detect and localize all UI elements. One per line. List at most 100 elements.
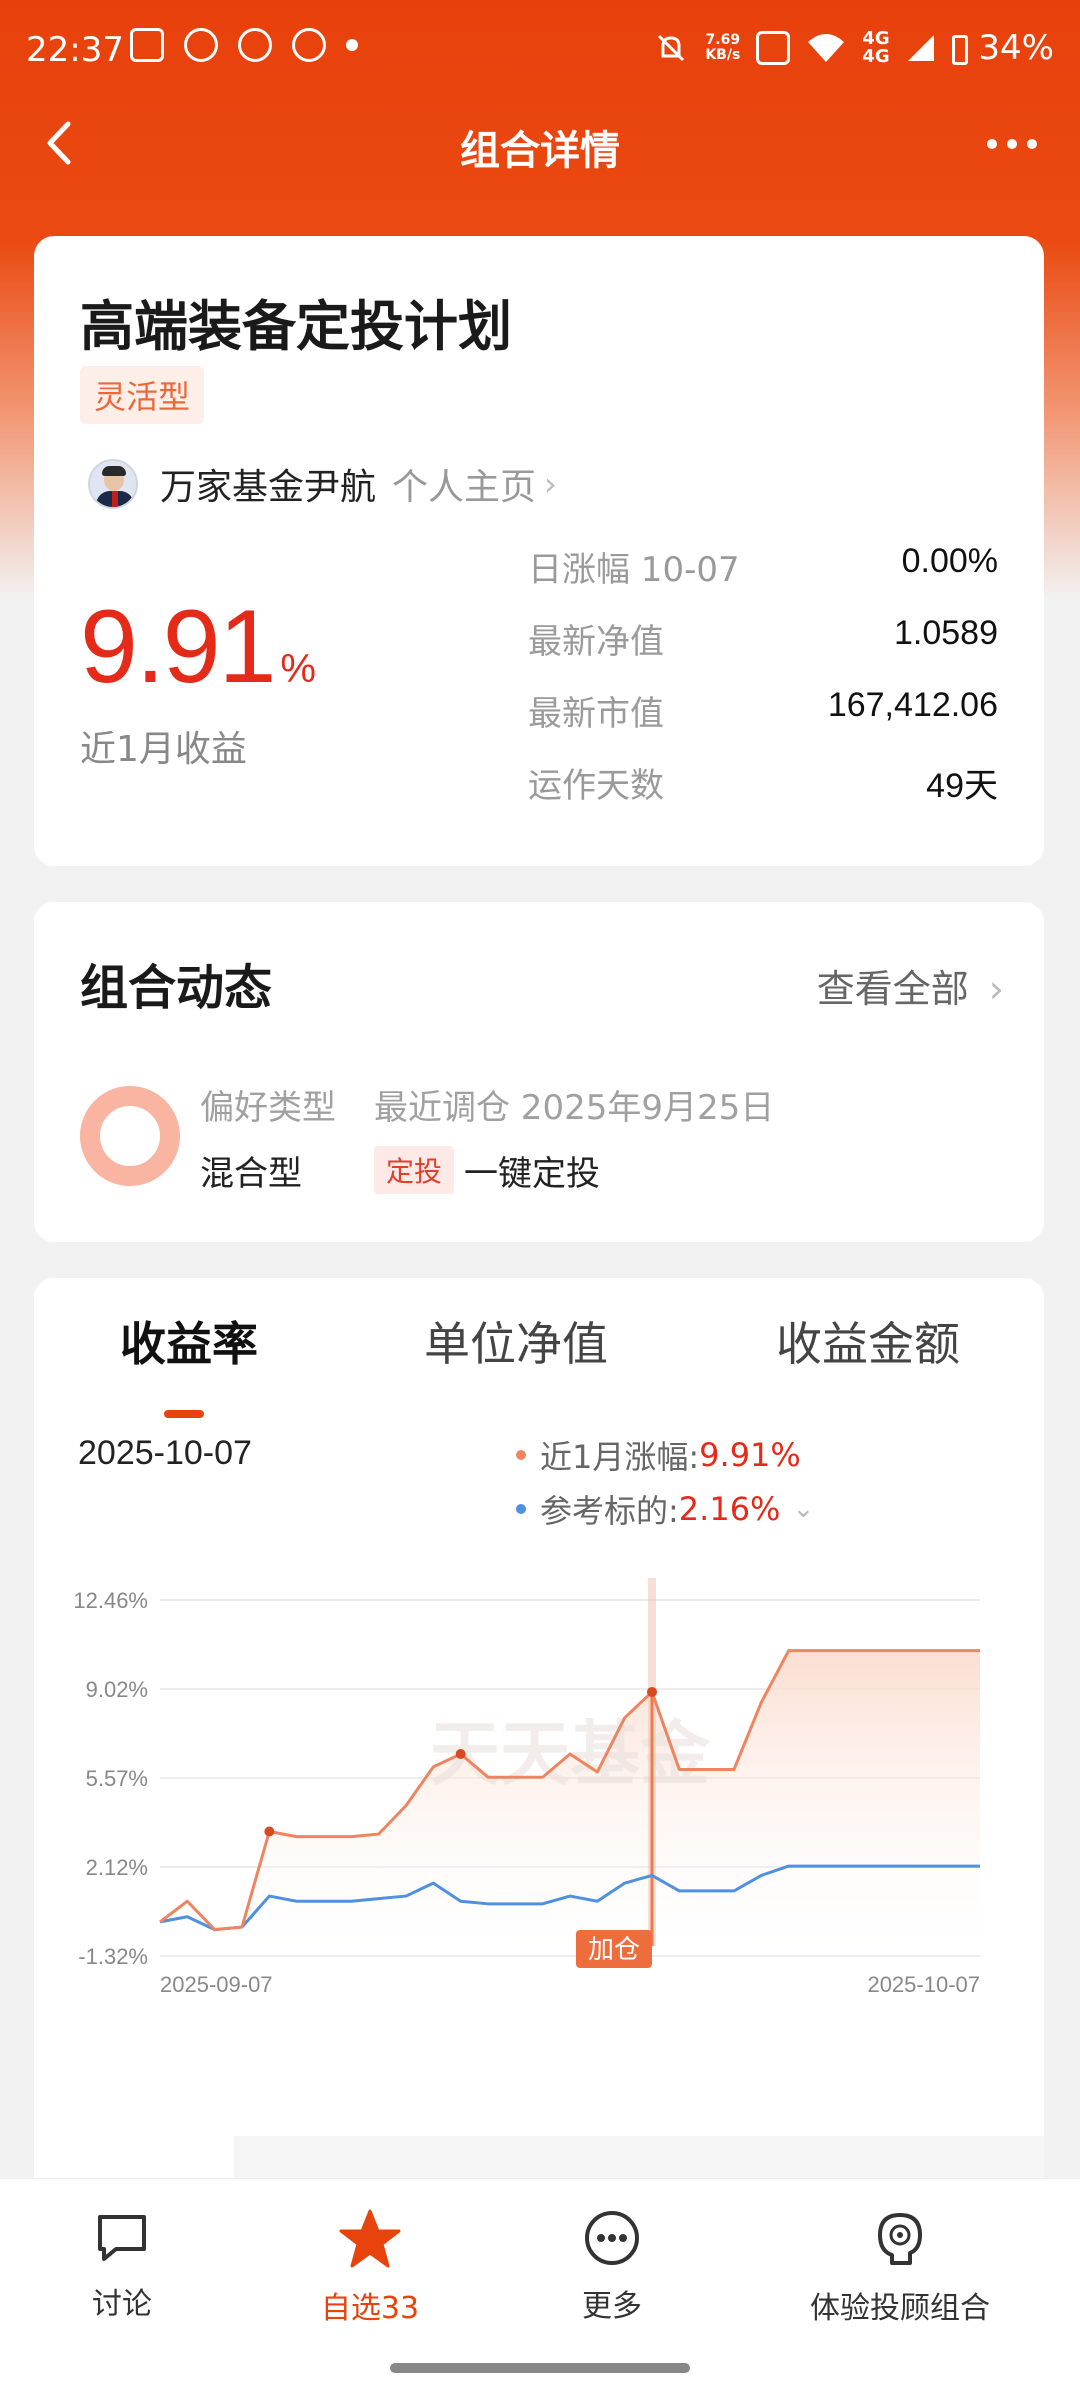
chart-tabs: 收益率 单位净值 收益金额 (34, 1308, 1044, 1418)
wechat-icon (238, 28, 272, 62)
avatar (88, 459, 138, 509)
stat-label: 运作天数 (528, 766, 664, 806)
badge-icon (292, 28, 326, 62)
stat-row: 运作天数 49天 (528, 754, 998, 826)
legend-dot (516, 1504, 526, 1514)
auto-invest-tag: 定投 (374, 1146, 455, 1194)
view-all-label: 查看全部 (816, 967, 969, 1011)
notification-icons (130, 28, 358, 62)
area-fill (160, 1650, 980, 1956)
battery: 34% (951, 28, 1054, 68)
more-icon (585, 2211, 639, 2265)
section-title: 组合动态 (80, 960, 273, 1016)
tab-unit-nav[interactable]: 单位净值 (424, 1308, 608, 1374)
y-tick-label: 2.12% (86, 1855, 148, 1880)
stat-row: 最新市值 167,412.06 (528, 682, 998, 754)
chevron-right-icon: › (544, 465, 557, 503)
legend-item-portfolio: 近1月涨幅: 9.91% (516, 1428, 814, 1482)
x-tick-label: 2025-10-07 (867, 1972, 980, 1997)
network-type: 4G 4G (862, 30, 889, 66)
stats-list: 日涨幅 10-07 0.00% 最新净值 1.0589 最新市值 167,412… (528, 538, 998, 826)
nav-more[interactable]: 更多 (562, 2209, 662, 2325)
system-icons: 7.69 KB/s 4G 4G 34% (653, 28, 1054, 68)
stat-value: 0.00% (901, 542, 998, 580)
legend-label: 参考标的: (540, 1492, 679, 1530)
nav-label: 体验投顾组合 (810, 2291, 990, 2326)
nav-watchlist[interactable]: 自选33 (310, 2209, 430, 2327)
view-all-link[interactable]: 查看全部 › (817, 958, 1004, 1013)
stat-value: 167,412.06 (827, 686, 998, 724)
y-tick-label: 12.46% (73, 1588, 148, 1613)
return-value: 9.91% (80, 588, 316, 707)
stat-row: 最新净值 1.0589 (528, 610, 998, 682)
add-position-label: 加仓 (588, 1935, 640, 1965)
stat-label: 最新净值 (528, 622, 664, 662)
performance-chart-card: 收益率 单位净值 收益金额 2025-10-07 近1月涨幅: 9.91% 参考标… (34, 1278, 1044, 2178)
bottom-nav: 讨论 自选33 更多 体验投顾组合 (0, 2178, 1080, 2400)
net-speed: 7.69 KB/s (705, 33, 740, 63)
stat-value: 49天 (926, 767, 998, 805)
battery-level: 34% (978, 28, 1054, 68)
chevron-right-icon: › (988, 967, 1004, 1011)
plan-title: 高端装备定投计划 (80, 295, 512, 358)
nav-label: 自选33 (320, 2291, 420, 2326)
y-tick-label: -1.32% (78, 1944, 148, 1969)
plan-type-tag: 灵活型 (80, 366, 205, 424)
wechat-icon (184, 28, 218, 62)
stat-value: 1.0589 (894, 614, 998, 652)
manager-row[interactable]: 万家基金尹航 个人主页 › (88, 458, 557, 510)
data-point (455, 1748, 466, 1759)
y-tick-label: 5.57% (86, 1766, 148, 1791)
bottom-strip (34, 2136, 1044, 2178)
portfolio-dynamics-card: 组合动态 查看全部 › 偏好类型 混合型 最近调仓 2025年9月25日 定投 … (34, 902, 1044, 1242)
home-indicator (390, 2363, 690, 2373)
plan-summary-card: 高端装备定投计划 灵活型 万家基金尹航 个人主页 › 9.91% 近1月收益 日… (34, 236, 1044, 866)
active-tab-indicator (164, 1410, 204, 1418)
return-line-chart[interactable]: 12.46% 9.02% 5.57% 2.12% -1.32% 2025-09-07 202… (34, 1578, 1044, 2168)
nav-advisor[interactable]: 体验投顾组合 (800, 2209, 1000, 2327)
stat-row: 日涨幅 10-07 0.00% (528, 538, 998, 610)
preference-value: 混合型 (200, 1154, 302, 1194)
legend-value: 9.91% (699, 1436, 801, 1474)
tab-return-amount[interactable]: 收益金额 (776, 1308, 960, 1374)
legend-dot (516, 1450, 526, 1460)
battery-icon (951, 34, 968, 65)
legend-item-benchmark[interactable]: 参考标的: 2.16% ⌄ (516, 1482, 814, 1536)
chart-date: 2025-10-07 (78, 1434, 252, 1472)
nav-label: 更多 (582, 2289, 642, 2324)
data-point (647, 1686, 657, 1697)
star-icon (339, 2209, 401, 2268)
more-options-icon[interactable] (982, 124, 1042, 164)
y-tick-label: 9.02% (86, 1677, 148, 1702)
wifi-icon (808, 34, 845, 62)
manager-homepage-link[interactable]: 个人主页 (392, 458, 536, 510)
one-click-invest-text[interactable]: 一键定投 (464, 1146, 600, 1195)
net-speed-unit: KB/s (705, 47, 741, 63)
legend-label: 近1月涨幅: (540, 1438, 700, 1476)
data-point (264, 1826, 275, 1837)
nav-label: 讨论 (92, 2287, 152, 2322)
return-number: 9.91 (80, 589, 276, 705)
chart-legend: 近1月涨幅: 9.91% 参考标的: 2.16% ⌄ (516, 1428, 814, 1536)
status-time: 22:37 (26, 30, 124, 70)
manager-name: 万家基金尹航 (160, 467, 377, 508)
page-title: 组合详情 (460, 128, 620, 174)
return-unit: % (280, 647, 316, 691)
nav-discuss[interactable]: 讨论 (72, 2209, 172, 2323)
advisor-icon (878, 2213, 922, 2265)
nfc-icon (756, 31, 791, 65)
x-tick-label: 2025-09-07 (160, 1972, 273, 1997)
last-adjust-label: 最近调仓 2025年9月25日 (374, 1088, 775, 1128)
preference-donut-chart (80, 1086, 180, 1186)
more-notifications-icon (346, 39, 358, 51)
network-type-bottom: 4G (862, 46, 890, 67)
chat-icon (98, 2215, 146, 2261)
mute-bell-icon (658, 34, 685, 62)
net-speed-value: 7.69 (705, 32, 741, 48)
news-icon (130, 28, 164, 62)
stat-label: 日涨幅 10-07 (528, 550, 740, 590)
tab-return-rate[interactable]: 收益率 (120, 1308, 258, 1374)
status-bar: 22:37 7.69 KB/s 4G 4G 34% (0, 0, 1080, 100)
stat-label: 最新市值 (528, 694, 664, 734)
preference-label: 偏好类型 (200, 1088, 336, 1128)
